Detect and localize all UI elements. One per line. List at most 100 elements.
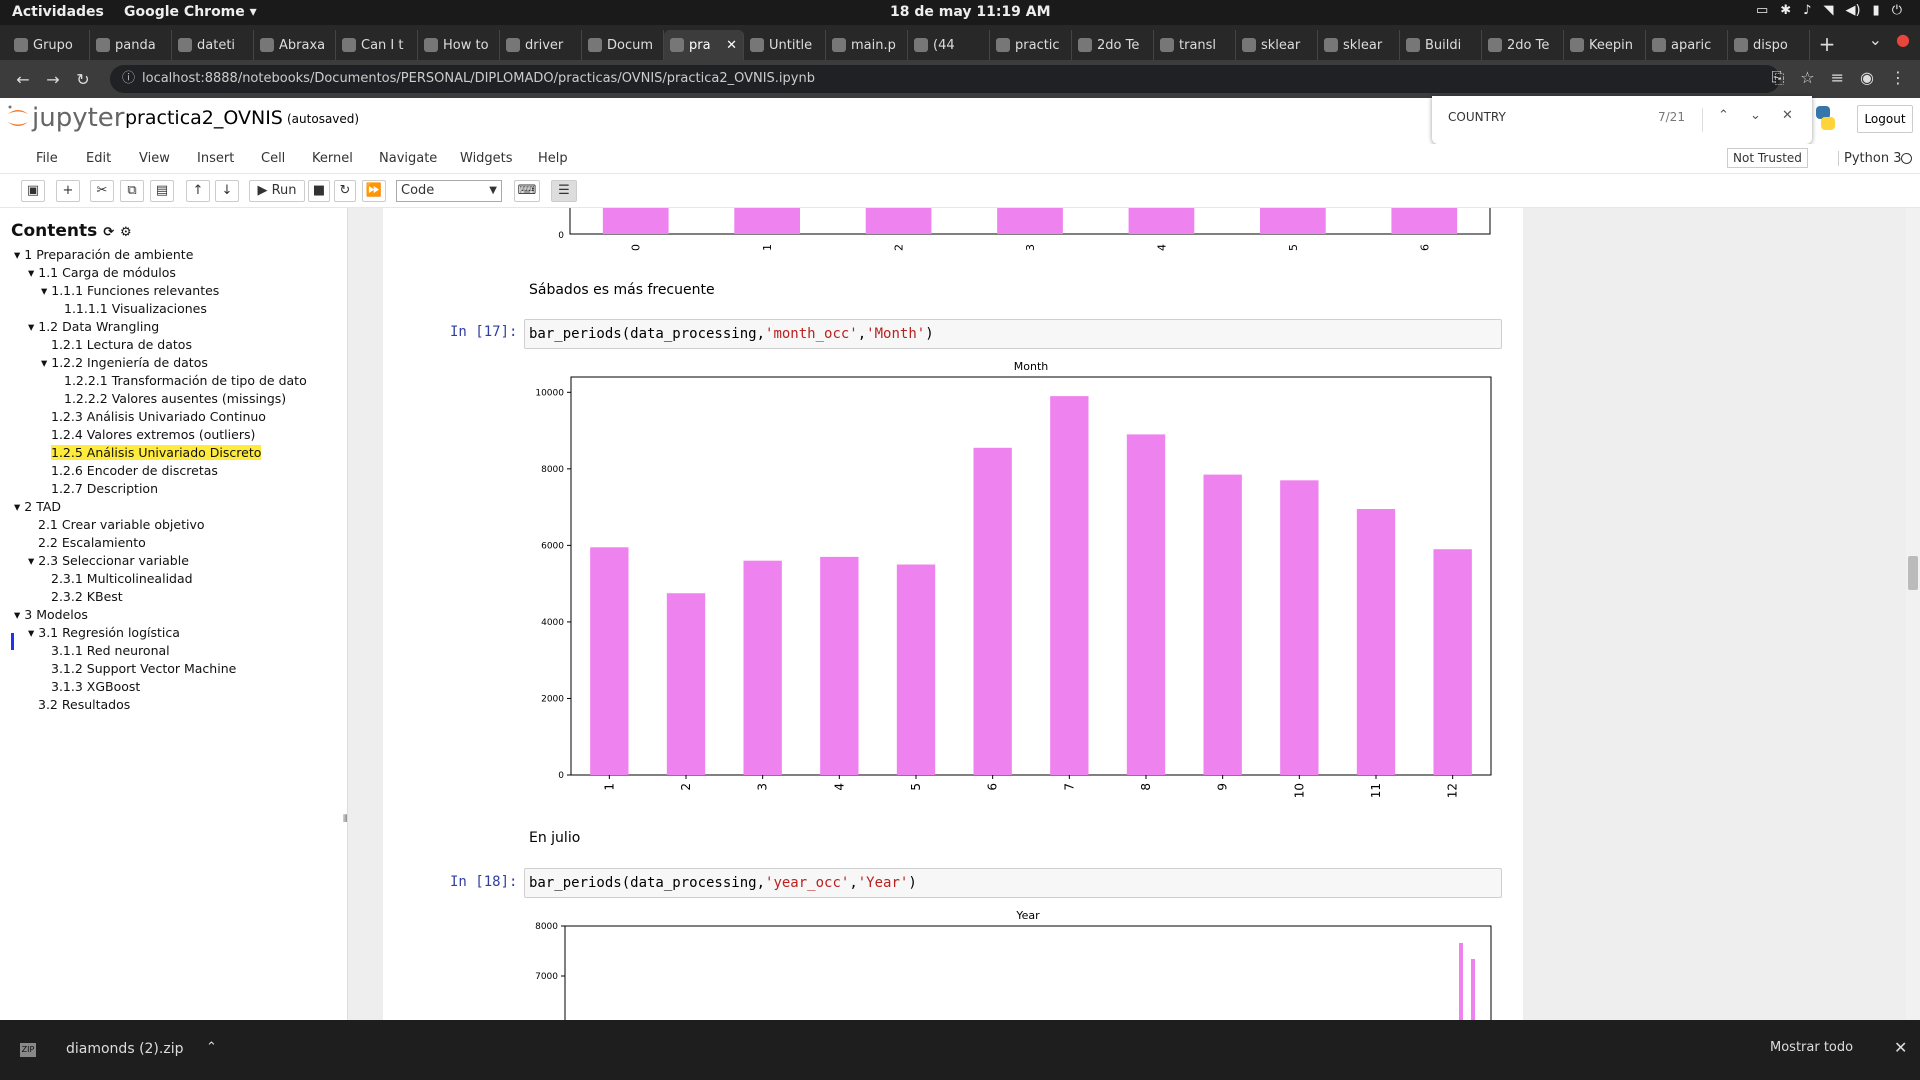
tab-close-icon[interactable]: ✕	[726, 38, 737, 53]
toc-item[interactable]: 1.2.6 Encoder de discretas	[51, 463, 218, 478]
trust-status-button[interactable]: Not Trusted	[1727, 148, 1808, 168]
download-item[interactable]: diamonds (2).zip	[66, 1041, 183, 1057]
toc-item[interactable]: 1.2.4 Valores extremos (outliers)	[51, 427, 255, 442]
volume-icon[interactable]: ◀)	[1845, 3, 1860, 18]
notebook-name[interactable]: practica2_OVNIS	[125, 107, 283, 129]
toc-item[interactable]: 3.1.3 XGBoost	[51, 679, 140, 694]
cell-type-select[interactable]: Code ▼	[396, 180, 502, 202]
menu-kernel[interactable]: Kernel	[312, 151, 353, 166]
toc-item[interactable]: 2.1 Crear variable objetivo	[38, 517, 205, 532]
toc-item[interactable]: ▾ 1.1 Carga de módulos	[28, 265, 176, 280]
caret-down-icon[interactable]: ▾	[41, 283, 51, 298]
menu-file[interactable]: File	[36, 151, 58, 166]
paste-icon[interactable]: ▤	[150, 180, 174, 202]
toc-item[interactable]: 2.2 Escalamiento	[38, 535, 146, 550]
menu-insert[interactable]: Insert	[197, 151, 234, 166]
playlist-icon[interactable]: ≡	[1831, 68, 1844, 88]
code-cell[interactable]: bar_periods(data_processing,'year_occ','…	[524, 868, 1502, 898]
activities-button[interactable]: Actividades	[12, 4, 104, 20]
caret-down-icon[interactable]: ▾	[41, 355, 51, 370]
toc-item[interactable]: ▾ 2.3 Seleccionar variable	[28, 553, 189, 568]
browser-tab[interactable]: Buildi	[1400, 30, 1482, 60]
caret-down-icon[interactable]: ▾	[28, 319, 38, 334]
resize-handle[interactable]: ⦀	[343, 814, 347, 825]
browser-tab[interactable]: practic	[990, 30, 1072, 60]
profile-icon[interactable]: ●	[1896, 30, 1910, 49]
menu-navigate[interactable]: Navigate	[379, 151, 437, 166]
caret-down-icon[interactable]: ▾	[14, 607, 24, 622]
save-icon[interactable]: ▣	[21, 180, 45, 202]
browser-tab[interactable]: Grupo	[8, 30, 90, 60]
restart-icon[interactable]: ↻	[334, 180, 356, 202]
toc-item[interactable]: ▾ 1.2.2 Ingeniería de datos	[41, 355, 208, 370]
system-tray[interactable]: ▭ ✱ ♪ ◥ ◀) ▮ ⏻	[1756, 3, 1902, 18]
back-icon[interactable]: ←	[8, 70, 38, 89]
toc-item[interactable]: 2.3.1 Multicolinealidad	[51, 571, 193, 586]
menu-edit[interactable]: Edit	[86, 151, 111, 166]
browser-tab[interactable]: sklear	[1318, 30, 1400, 60]
browser-tab[interactable]: 2do Te	[1072, 30, 1154, 60]
copy-icon[interactable]: ⧉	[120, 180, 144, 202]
menu-widgets[interactable]: Widgets	[460, 151, 513, 166]
browser-tab[interactable]: Untitle	[744, 30, 826, 60]
caret-down-icon[interactable]: ▾	[28, 625, 38, 640]
toc-item[interactable]: 1.2.3 Análisis Univariado Continuo	[51, 409, 266, 424]
interrupt-icon[interactable]: ■	[308, 180, 330, 202]
toc-item[interactable]: 1.2.1 Lectura de datos	[51, 337, 192, 352]
wifi-icon[interactable]: ◥	[1823, 3, 1833, 18]
toc-item[interactable]: 3.1.1 Red neuronal	[51, 643, 170, 658]
scrollbar[interactable]	[1906, 208, 1920, 1020]
display-icon[interactable]: ▭	[1756, 3, 1768, 18]
toc-item[interactable]: 1.1.1.1 Visualizaciones	[64, 301, 207, 316]
browser-tab[interactable]: How to	[418, 30, 500, 60]
browser-tab[interactable]: Abraxa	[254, 30, 336, 60]
clock[interactable]: 18 de may 11:19 AM	[890, 4, 1051, 20]
close-icon[interactable]: ✕	[1894, 1038, 1907, 1057]
browser-tab[interactable]: (44	[908, 30, 990, 60]
toc-toggle-icon[interactable]: ☰	[551, 180, 577, 202]
bell-icon[interactable]: ♪	[1803, 3, 1811, 18]
browser-tab[interactable]: Keepin	[1564, 30, 1646, 60]
logout-button[interactable]: Logout	[1857, 105, 1913, 133]
bookmark-star-icon[interactable]: ☆	[1800, 68, 1814, 88]
menu-view[interactable]: View	[139, 151, 170, 166]
browser-tab[interactable]: dateti	[172, 30, 254, 60]
toc-item[interactable]: 3.2 Resultados	[38, 697, 130, 712]
toc-item[interactable]: 1.2.5 Análisis Univariado Discreto	[51, 445, 262, 460]
install-icon[interactable]: ⎘	[1771, 68, 1784, 88]
toc-item[interactable]: 1.2.2.1 Transformación de tipo de dato	[64, 373, 307, 388]
restart-run-all-icon[interactable]: ⏩	[362, 180, 386, 202]
code-cell[interactable]: bar_periods(data_processing,'month_occ',…	[524, 319, 1502, 349]
toc-item[interactable]: ▾ 1 Preparación de ambiente	[14, 247, 193, 262]
url-field[interactable]: ⓘ localhost:8888/notebooks/Documentos/PER…	[110, 65, 1780, 93]
tab-search-icon[interactable]: ⌄	[1869, 30, 1882, 49]
slack-icon[interactable]: ✱	[1780, 3, 1791, 18]
jupyter-wordmark[interactable]: jupyter	[32, 103, 124, 133]
browser-tab[interactable]: driver	[500, 30, 582, 60]
menu-help[interactable]: Help	[538, 151, 568, 166]
toc-item[interactable]: ▾ 2 TAD	[14, 499, 61, 514]
browser-tab[interactable]: dispo	[1728, 30, 1810, 60]
battery-icon[interactable]: ▮	[1873, 3, 1880, 18]
cut-icon[interactable]: ✂	[90, 180, 114, 202]
chrome-menu-icon[interactable]: ⋮	[1890, 68, 1906, 88]
menu-cell[interactable]: Cell	[261, 151, 285, 166]
show-all-button[interactable]: Mostrar todo	[1770, 1040, 1853, 1055]
run-button[interactable]: ▶ Run	[249, 180, 305, 202]
forward-icon[interactable]: →	[38, 70, 68, 89]
find-next-icon[interactable]: ⌄	[1750, 108, 1761, 123]
find-previous-icon[interactable]: ⌃	[1718, 108, 1729, 123]
gear-icon[interactable]: ⚙	[120, 225, 132, 240]
toc-item[interactable]: 2.3.2 KBest	[51, 589, 123, 604]
command-palette-icon[interactable]: ⌨	[514, 180, 540, 202]
browser-tab[interactable]: transl	[1154, 30, 1236, 60]
browser-tab[interactable]: main.p	[826, 30, 908, 60]
chevron-up-icon[interactable]: ⌃	[206, 1040, 217, 1055]
browser-tab[interactable]: sklear	[1236, 30, 1318, 60]
find-close-icon[interactable]: ✕	[1782, 108, 1793, 123]
reload-icon[interactable]: ↻	[68, 70, 98, 89]
toc-item[interactable]: ▾ 1.1.1 Funciones relevantes	[41, 283, 219, 298]
toc-item[interactable]: ▾ 1.2 Data Wrangling	[28, 319, 159, 334]
browser-tab[interactable]: Docum	[582, 30, 664, 60]
caret-down-icon[interactable]: ▾	[14, 247, 24, 262]
